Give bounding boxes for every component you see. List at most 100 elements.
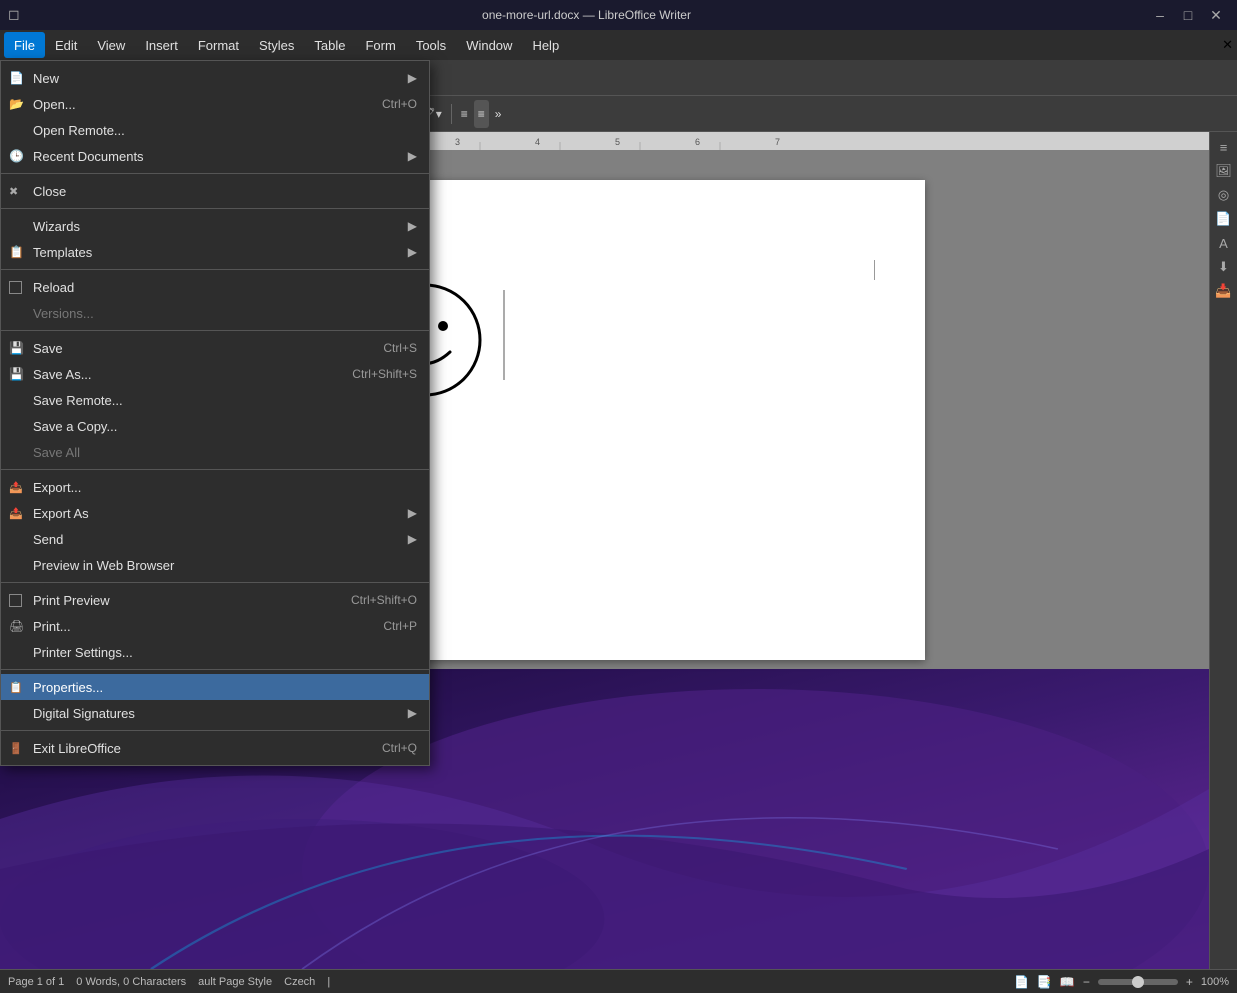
sidebar-page-btn[interactable]: 📄 — [1213, 208, 1235, 230]
page-cursor — [874, 260, 875, 280]
zoom-in-button[interactable]: + — [1186, 975, 1193, 989]
new-label: New — [33, 71, 59, 86]
menu-item-open-remote[interactable]: Open Remote... — [1, 117, 429, 143]
menu-item-save-copy[interactable]: Save a Copy... — [1, 413, 429, 439]
menu-item-versions: Versions... — [1, 300, 429, 326]
menu-item-wizards[interactable]: Wizards ▶ — [1, 213, 429, 239]
menu-item-printer-settings[interactable]: Printer Settings... — [1, 639, 429, 665]
digital-sigs-label: Digital Signatures — [33, 706, 135, 721]
sidebar-export-btn[interactable]: 📥 — [1213, 280, 1235, 302]
menu-styles[interactable]: Styles — [249, 32, 304, 58]
menu-item-open[interactable]: 📂 Open... Ctrl+O — [1, 91, 429, 117]
templates-icon: 📋 — [9, 245, 24, 259]
status-page: Page 1 of 1 — [8, 976, 64, 988]
open-shortcut: Ctrl+O — [382, 97, 417, 111]
align-right-button[interactable]: ≡ — [474, 100, 489, 128]
close-label: Close — [33, 184, 66, 199]
svg-text:5: 5 — [615, 137, 620, 147]
maximize-button[interactable]: □ — [1175, 4, 1201, 26]
sep-7 — [1, 669, 429, 670]
minimize-button[interactable]: – — [1147, 4, 1173, 26]
align-left-button[interactable]: ≡ — [457, 100, 472, 128]
menu-item-reload[interactable]: Reload — [1, 274, 429, 300]
save-as-shortcut: Ctrl+Shift+S — [352, 367, 417, 381]
menu-item-preview-web[interactable]: Preview in Web Browser — [1, 552, 429, 578]
printer-settings-label: Printer Settings... — [33, 645, 133, 660]
recent-label: Recent Documents — [33, 149, 144, 164]
close-button[interactable]: ✕ — [1203, 4, 1229, 26]
print-preview-shortcut: Ctrl+Shift+O — [351, 593, 417, 607]
menu-tools[interactable]: Tools — [406, 32, 456, 58]
menu-item-recent[interactable]: 🕒 Recent Documents ▶ — [1, 143, 429, 169]
sep-6 — [1, 582, 429, 583]
sidebar-styles-btn[interactable]: A — [1213, 232, 1235, 254]
sidebar-properties-btn[interactable]: ≡ — [1213, 136, 1235, 158]
svg-text:4: 4 — [535, 137, 540, 147]
menu-form[interactable]: Form — [355, 32, 405, 58]
menu-item-properties[interactable]: 📋 Properties... — [1, 674, 429, 700]
menu-item-export[interactable]: 📤 Export... — [1, 474, 429, 500]
menu-item-save-remote[interactable]: Save Remote... — [1, 387, 429, 413]
menu-item-save[interactable]: 💾 Save Ctrl+S — [1, 335, 429, 361]
title-bar: ◻ one-more-url.docx — LibreOffice Writer… — [0, 0, 1237, 30]
zoom-slider-handle — [1132, 976, 1144, 988]
menu-insert[interactable]: Insert — [135, 32, 188, 58]
menu-help[interactable]: Help — [522, 32, 569, 58]
sidebar-right: ≡ 🖼 ◎ 📄 A ⬇ 📥 — [1209, 132, 1237, 969]
menu-window[interactable]: Window — [456, 32, 522, 58]
exit-shortcut: Ctrl+Q — [382, 741, 417, 755]
menu-edit[interactable]: Edit — [45, 32, 87, 58]
dropdown-menu-container: 📄 New ▶ 📂 Open... Ctrl+O Open Remote... … — [0, 60, 430, 766]
menu-item-templates[interactable]: 📋 Templates ▶ — [1, 239, 429, 265]
svg-text:3: 3 — [455, 137, 460, 147]
reload-label: Reload — [33, 280, 74, 295]
open-remote-label: Open Remote... — [33, 123, 125, 138]
title-bar-left: ◻ — [8, 6, 26, 24]
sep-3 — [1, 269, 429, 270]
export-as-label: Export As — [33, 506, 89, 521]
status-right: 📄 📑 📖 − + 100% — [1014, 975, 1229, 989]
status-bar: Page 1 of 1 0 Words, 0 Characters ault P… — [0, 969, 1237, 993]
title-bar-controls: – □ ✕ — [1147, 4, 1229, 26]
sidebar-download-btn[interactable]: ⬇ — [1213, 256, 1235, 278]
menu-item-save-as[interactable]: 💾 Save As... Ctrl+Shift+S — [1, 361, 429, 387]
zoom-level: 100% — [1201, 976, 1229, 988]
menu-file[interactable]: File — [4, 32, 45, 58]
menu-item-save-all: Save All — [1, 439, 429, 465]
status-page-style: ault Page Style — [198, 976, 272, 988]
zoom-out-button[interactable]: − — [1083, 975, 1090, 989]
menu-format[interactable]: Format — [188, 32, 249, 58]
sep-1 — [1, 173, 429, 174]
menu-view[interactable]: View — [87, 32, 135, 58]
menu-item-new[interactable]: 📄 New ▶ — [1, 65, 429, 91]
recent-arrow: ▶ — [408, 149, 417, 163]
export-icon: 📤 — [9, 481, 23, 494]
sep-2 — [1, 208, 429, 209]
save-shortcut: Ctrl+S — [383, 341, 417, 355]
menu-close-btn[interactable]: ✕ — [1222, 37, 1233, 53]
print-preview-checkbox — [9, 594, 22, 607]
sidebar-gallery-btn[interactable]: 🖼 — [1213, 160, 1235, 182]
properties-icon: 📋 — [9, 681, 23, 694]
format-sep-3 — [451, 104, 452, 124]
templates-arrow: ▶ — [408, 245, 417, 259]
recent-icon: 🕒 — [9, 149, 24, 163]
more-format[interactable]: » — [491, 100, 506, 128]
zoom-slider[interactable] — [1098, 979, 1178, 985]
sep-8 — [1, 730, 429, 731]
view-single-page[interactable]: 📄 — [1014, 975, 1029, 989]
view-two-pages[interactable]: 📑 — [1037, 975, 1052, 989]
menu-item-print[interactable]: 🖨 Print... Ctrl+P — [1, 613, 429, 639]
export-as-arrow: ▶ — [408, 506, 417, 520]
menu-item-export-as[interactable]: 📤 Export As ▶ — [1, 500, 429, 526]
menu-item-close[interactable]: ✖ Close — [1, 178, 429, 204]
menu-item-print-preview[interactable]: Print Preview Ctrl+Shift+O — [1, 587, 429, 613]
menu-item-digital-sigs[interactable]: Digital Signatures ▶ — [1, 700, 429, 726]
view-book[interactable]: 📖 — [1060, 975, 1075, 989]
menu-item-exit[interactable]: 🚪 Exit LibreOffice Ctrl+Q — [1, 735, 429, 761]
status-words: 0 Words, 0 Characters — [76, 976, 186, 988]
menu-item-send[interactable]: Send ▶ — [1, 526, 429, 552]
templates-label: Templates — [33, 245, 92, 260]
sidebar-navigator-btn[interactable]: ◎ — [1213, 184, 1235, 206]
menu-table[interactable]: Table — [304, 32, 355, 58]
